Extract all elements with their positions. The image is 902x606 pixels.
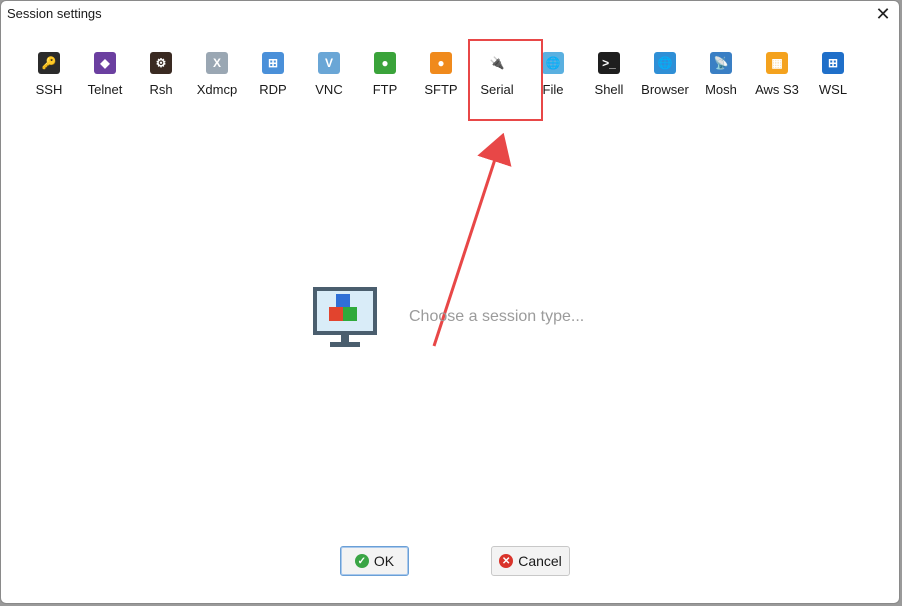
ok-button-label: OK (373, 553, 395, 569)
cancel-button[interactable]: ✕ Cancel (491, 546, 570, 576)
session-monitor-illustration (312, 286, 378, 350)
choose-session-prompt: Choose a session type... (409, 308, 585, 325)
check-icon: ✓ (354, 554, 369, 568)
cancel-x-icon: ✕ (499, 554, 514, 568)
session-settings-dialog: Session settings ✕ 🔑 SSH ◆ Telnet ⚙ Rsh X Xdmcp… (0, 0, 900, 604)
cancel-button-label: Cancel (518, 553, 562, 569)
monitor-cubes-icon (313, 287, 377, 347)
ok-button[interactable]: ✓ OK (340, 546, 409, 576)
annotation-arrow (432, 132, 512, 347)
